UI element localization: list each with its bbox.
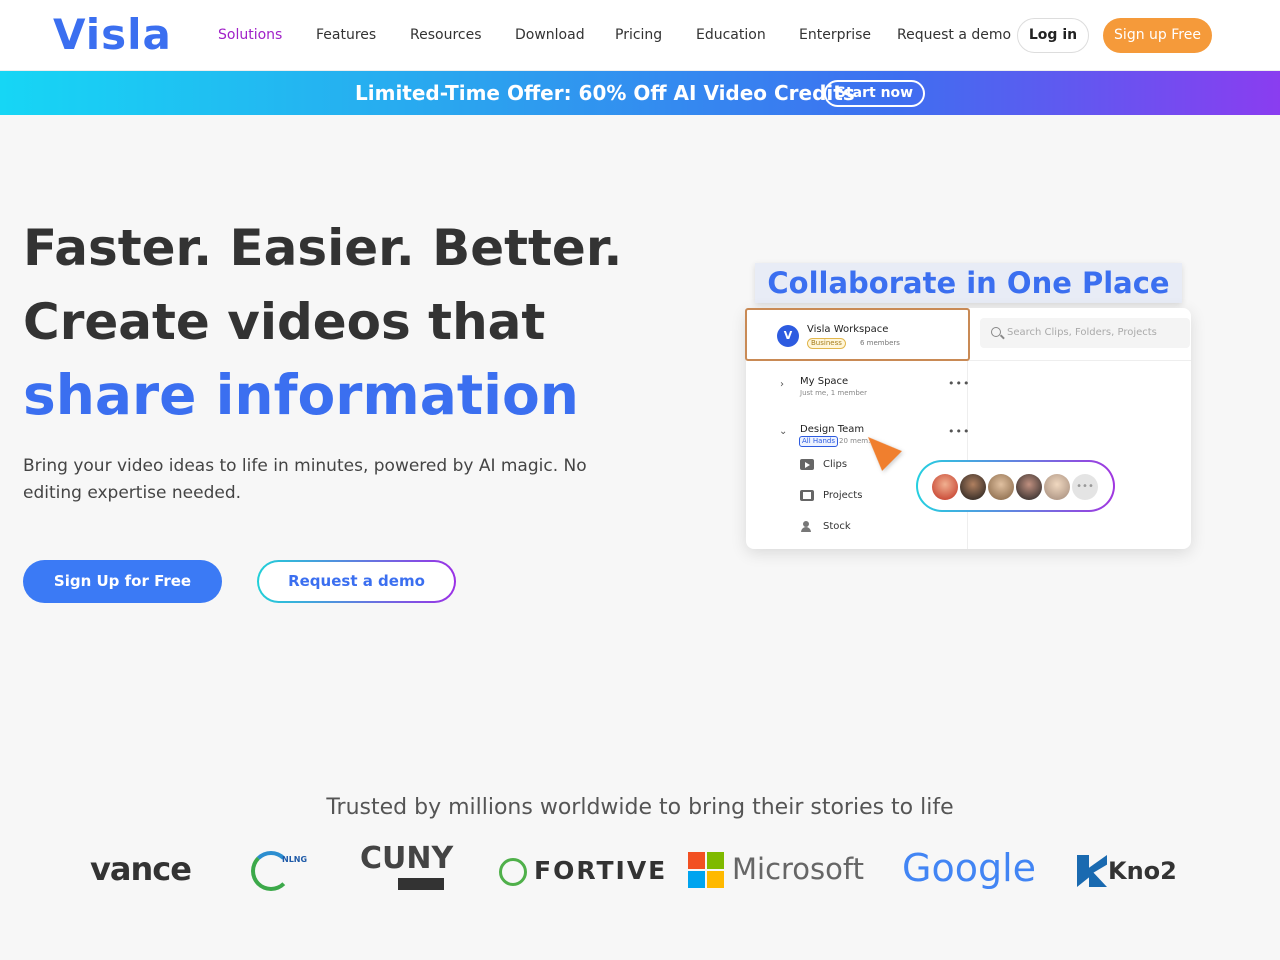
- panel-divider-horizontal: [968, 360, 1191, 361]
- avatar: [988, 474, 1014, 500]
- nav-item-solutions[interactable]: Solutions: [218, 26, 282, 44]
- avatar: [960, 474, 986, 500]
- tree-item-my-space[interactable]: My Space: [800, 376, 848, 387]
- signup-button[interactable]: Sign up Free: [1103, 18, 1212, 53]
- signup-free-button[interactable]: Sign Up for Free: [23, 560, 222, 603]
- avatar: [1016, 474, 1042, 500]
- google-logo: Google: [902, 846, 1037, 890]
- top-nav: Visla Solutions Features Resources Downl…: [0, 0, 1280, 71]
- projects-icon: [800, 490, 814, 501]
- avatar: [1044, 474, 1070, 500]
- login-button[interactable]: Log in: [1017, 18, 1089, 53]
- search-input[interactable]: Search Clips, Folders, Projects: [980, 318, 1190, 348]
- start-now-button[interactable]: Start now: [824, 80, 925, 107]
- tree-item-design-team[interactable]: Design Team: [800, 424, 864, 435]
- visla-workspace-icon: V: [777, 325, 799, 347]
- collaborate-title: Collaborate in One Place: [755, 263, 1182, 303]
- workspace-name: Visla Workspace: [807, 324, 889, 335]
- nav-item-features[interactable]: Features: [316, 26, 376, 44]
- search-icon: [991, 327, 1001, 337]
- fortive-logo-mark: [499, 858, 527, 886]
- more-options-icon[interactable]: •••: [948, 377, 970, 390]
- visla-logo[interactable]: Visla: [53, 12, 172, 58]
- promo-text: Limited-Time Offer: 60% Off AI Video Cre…: [355, 81, 855, 105]
- hero-title-line2: Create videos that: [23, 293, 546, 351]
- fortive-logo: FORTIVE: [534, 856, 668, 885]
- nav-item-resources[interactable]: Resources: [410, 26, 482, 44]
- nav-item-download[interactable]: Download: [515, 26, 585, 44]
- stock-icon: [800, 521, 814, 532]
- nav-item-enterprise[interactable]: Enterprise: [799, 26, 871, 44]
- hero-subtitle: Bring your video ideas to life in minute…: [23, 456, 587, 503]
- chevron-down-icon[interactable]: ⌄: [779, 426, 787, 437]
- cuny-logo: CUNY: [360, 841, 454, 876]
- trust-heading: Trusted by millions worldwide to bring t…: [326, 795, 954, 820]
- kno2-logo-mark: [1077, 855, 1107, 887]
- avatar: [932, 474, 958, 500]
- sub-item-stock[interactable]: Stock: [823, 521, 851, 532]
- chevron-right-icon[interactable]: ›: [780, 379, 784, 390]
- request-demo-button[interactable]: Request a demo: [257, 560, 456, 603]
- microsoft-logo: Microsoft: [732, 852, 864, 886]
- request-demo-label: Request a demo: [259, 562, 454, 601]
- business-badge: Business: [807, 338, 846, 349]
- vance-logo: vance: [90, 850, 192, 888]
- hero-title-line1: Faster. Easier. Better.: [23, 219, 623, 277]
- all-hands-tag: All Hands: [799, 436, 838, 447]
- sub-item-projects[interactable]: Projects: [823, 490, 862, 501]
- search-placeholder: Search Clips, Folders, Projects: [1007, 327, 1157, 338]
- hero-title-line3: share information: [23, 363, 579, 427]
- more-options-icon[interactable]: •••: [948, 425, 970, 438]
- clips-icon: [800, 459, 814, 470]
- workspace-members: 6 members: [860, 339, 900, 347]
- microsoft-logo-mark: [688, 852, 724, 888]
- nlng-logo: NLNG: [282, 855, 308, 864]
- collaborators-avatars: •••: [916, 460, 1115, 512]
- nav-item-education[interactable]: Education: [696, 26, 766, 44]
- nav-item-request-demo[interactable]: Request a demo: [897, 26, 1011, 44]
- my-space-subtitle: Just me, 1 member: [800, 389, 867, 397]
- kno2-logo: Kno2: [1108, 857, 1177, 885]
- workspace-selector[interactable]: V Visla Workspace Business 6 members: [745, 308, 970, 361]
- promo-banner: Limited-Time Offer: 60% Off AI Video Cre…: [0, 71, 1280, 115]
- cuny-logo-bar: [398, 878, 444, 890]
- sub-item-clips[interactable]: Clips: [823, 459, 847, 470]
- more-avatars-icon: •••: [1072, 474, 1098, 500]
- nav-item-pricing[interactable]: Pricing: [615, 26, 662, 44]
